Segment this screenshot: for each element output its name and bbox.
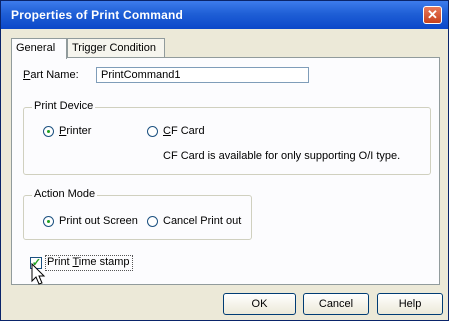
- print-out-screen-radio-dot: [47, 220, 50, 223]
- mouse-pointer-icon: [31, 263, 46, 285]
- print-out-screen-radio[interactable]: [43, 216, 54, 227]
- part-name-label: Part Name:: [23, 69, 79, 81]
- print-device-group: Print Device: [23, 100, 431, 175]
- dialog-title: Properties of Print Command: [11, 8, 184, 22]
- close-icon: ✕: [427, 7, 438, 22]
- printer-radio-dot: [47, 130, 50, 133]
- ok-button-label: OK: [251, 298, 268, 310]
- cancel-button[interactable]: Cancel: [303, 293, 369, 315]
- cf-card-note: CF Card is available for only supporting…: [163, 150, 401, 162]
- tab-general[interactable]: General: [11, 38, 67, 59]
- cancel-button-label: Cancel: [318, 298, 354, 310]
- printer-radio-label[interactable]: Printer: [59, 125, 91, 137]
- part-name-input[interactable]: PrintCommand1: [96, 67, 309, 83]
- help-button-label: Help: [398, 298, 422, 310]
- tab-trigger-condition[interactable]: Trigger Condition: [67, 38, 165, 58]
- cf-card-radio[interactable]: [147, 126, 158, 137]
- dialog-window: Properties of Print Command ✕ General Tr…: [0, 0, 449, 321]
- print-time-stamp-label[interactable]: Print Time stamp: [47, 256, 130, 268]
- print-out-screen-label[interactable]: Print out Screen: [59, 215, 138, 227]
- cancel-print-out-radio[interactable]: [147, 216, 158, 227]
- tab-general-label: General: [16, 42, 56, 54]
- ok-button[interactable]: OK: [223, 293, 296, 315]
- cancel-print-out-label[interactable]: Cancel Print out: [163, 215, 241, 227]
- close-button[interactable]: ✕: [423, 6, 442, 24]
- title-bar[interactable]: Properties of Print Command ✕: [1, 1, 448, 29]
- print-device-legend: Print Device: [32, 100, 96, 112]
- help-button[interactable]: Help: [377, 293, 443, 315]
- printer-radio[interactable]: [43, 126, 54, 137]
- cf-card-radio-label[interactable]: CF Card: [163, 125, 205, 137]
- action-mode-legend: Action Mode: [32, 188, 98, 200]
- tab-trigger-condition-label: Trigger Condition: [72, 42, 156, 54]
